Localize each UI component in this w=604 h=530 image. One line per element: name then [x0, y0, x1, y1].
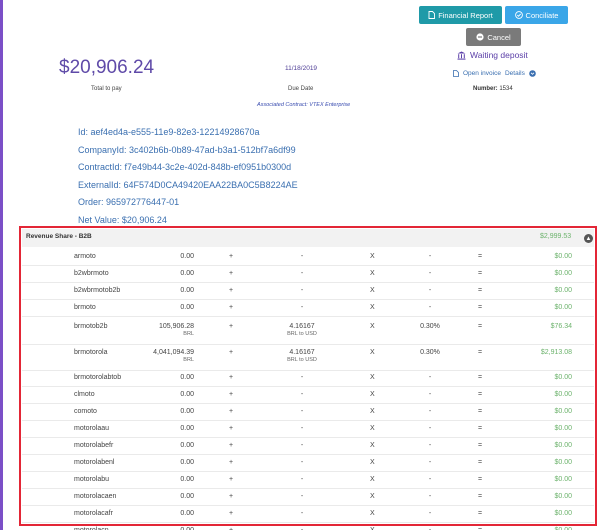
- invoice-links: Open invoice Details: [453, 70, 536, 77]
- invoice-details: Id: aef4ed4a-e555-11e9-82e3-12214928670a…: [78, 124, 298, 230]
- total-to-pay-label: Total to pay: [91, 86, 122, 92]
- detail-id: Id: aef4ed4a-e555-11e9-82e3-12214928670a: [78, 127, 260, 137]
- detail-company-id: CompanyId: 3c402b6b-0b89-47ad-b3a1-512bf…: [78, 144, 296, 155]
- left-accent-border: [0, 0, 3, 530]
- number-label: Number:: [473, 86, 498, 92]
- detail-contract-id: ContractId: f7e49b44-3c2e-402d-848b-ef09…: [78, 162, 292, 173]
- cancel-button[interactable]: Cancel: [466, 28, 521, 46]
- due-date-label: Due Date: [288, 86, 314, 92]
- associated-contract: Associated Contract: VTEX Enterprise: [257, 102, 351, 108]
- due-date-value: 11/18/2019: [285, 65, 318, 72]
- cancel-circle-icon: [476, 33, 484, 41]
- detail-order: Order: 965972776447-01: [78, 197, 180, 208]
- waiting-deposit-label: Waiting deposit: [470, 50, 528, 60]
- highlight-box: [19, 226, 597, 526]
- financial-report-label: Financial Report: [438, 10, 493, 20]
- conciliate-button[interactable]: Conciliate: [505, 6, 568, 24]
- detail-external-id: ExternalId: 64F574D0CA49420EAA22BA0C5B82…: [78, 179, 298, 190]
- document-icon: [428, 11, 436, 19]
- total-amount: $20,906.24: [59, 57, 155, 78]
- payment-status: Waiting deposit: [457, 50, 528, 60]
- details-link[interactable]: Details: [505, 70, 525, 77]
- conciliate-label: Conciliate: [525, 10, 559, 20]
- chevron-down-circle-icon[interactable]: [529, 70, 536, 77]
- document-icon: [453, 70, 459, 77]
- bank-icon: [457, 51, 466, 60]
- financial-report-button[interactable]: Financial Report: [419, 6, 502, 24]
- open-invoice-link[interactable]: Open invoice: [463, 70, 501, 77]
- check-circle-icon: [514, 11, 523, 19]
- invoice-number: Number: 1534: [473, 86, 513, 92]
- number-value: 1534: [499, 86, 513, 92]
- cancel-label: Cancel: [487, 32, 511, 42]
